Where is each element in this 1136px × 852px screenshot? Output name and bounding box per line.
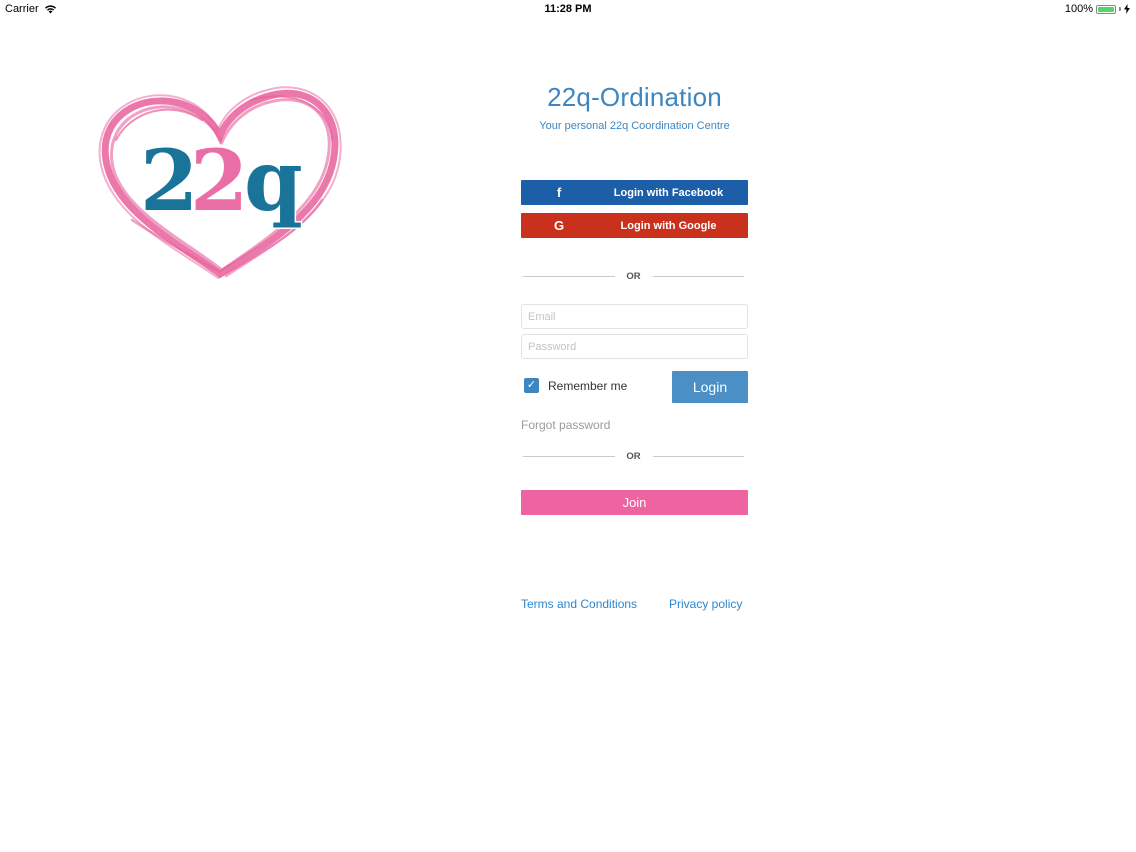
divider-line xyxy=(652,455,744,457)
divider-text: OR xyxy=(626,270,641,282)
email-field[interactable] xyxy=(521,304,748,329)
app-subtitle: Your personal 22q Coordination Centre xyxy=(539,120,730,132)
privacy-policy-link[interactable]: Privacy policy xyxy=(669,597,742,611)
app-title: 22q-Ordination xyxy=(547,82,722,112)
status-right: 100% xyxy=(1065,3,1130,15)
or-divider: OR xyxy=(523,450,744,462)
divider-line xyxy=(652,275,744,277)
battery-percent: 100% xyxy=(1064,3,1093,15)
svg-text:q: q xyxy=(244,131,303,230)
divider-text: OR xyxy=(626,450,641,462)
charging-bolt-icon xyxy=(1124,4,1130,14)
password-field[interactable] xyxy=(521,334,748,359)
google-icon: G xyxy=(553,218,565,233)
battery-level xyxy=(1098,6,1114,12)
facebook-login-label: Login with Facebook xyxy=(613,186,724,199)
google-login-button[interactable]: G Login with Google xyxy=(521,213,748,238)
svg-text:2: 2 xyxy=(190,131,248,230)
terms-link[interactable]: Terms and Conditions xyxy=(521,597,637,611)
forgot-password-link[interactable]: Forgot password xyxy=(521,418,610,432)
or-divider: OR xyxy=(523,270,744,282)
status-bar: Carrier 11:28 PM 100% xyxy=(0,0,1136,18)
remember-me-toggle[interactable]: ✓ Remember me xyxy=(524,378,627,393)
remember-me-label: Remember me xyxy=(548,378,628,393)
battery-cap xyxy=(1119,7,1121,11)
facebook-login-button[interactable]: f Login with Facebook xyxy=(521,180,748,205)
logo-text-22q: 2 2 q xyxy=(139,130,305,232)
google-login-label: Login with Google xyxy=(620,219,717,232)
join-button[interactable]: Join xyxy=(521,490,748,515)
divider-line xyxy=(523,275,615,277)
battery-icon xyxy=(1096,4,1116,14)
facebook-icon: f xyxy=(556,185,562,200)
heart-logo: 2 2 q xyxy=(98,86,342,280)
status-time: 11:28 PM xyxy=(544,3,592,15)
remember-me-checkbox[interactable]: ✓ xyxy=(524,378,539,393)
login-button[interactable]: Login xyxy=(672,371,748,403)
divider-line xyxy=(523,455,615,457)
